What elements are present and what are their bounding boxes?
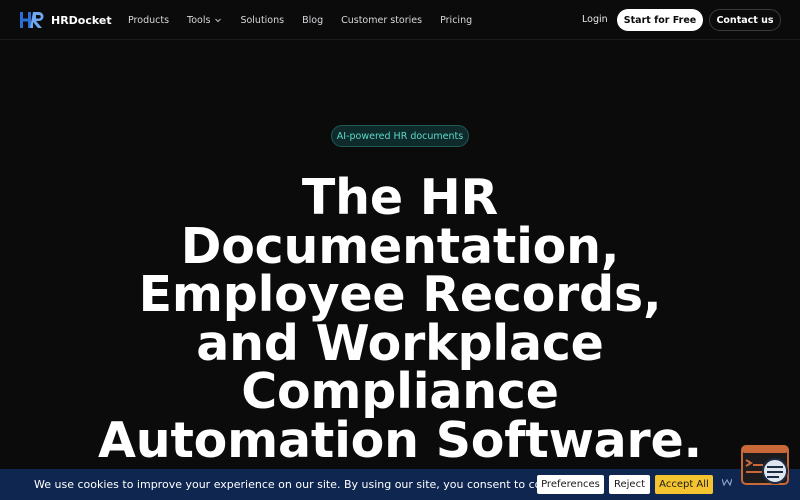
nav-blog[interactable]: Blog xyxy=(302,15,323,26)
brand-name: HRDocket xyxy=(51,13,112,27)
login-link[interactable]: Login xyxy=(582,14,608,25)
main-menu: Products Tools Solutions Blog Customer s… xyxy=(128,0,490,40)
headline-line: Automation Software. xyxy=(98,411,702,469)
chevron-down-icon xyxy=(214,16,222,24)
cookie-message: We use cookies to improve your experienc… xyxy=(34,478,574,491)
nav-products[interactable]: Products xyxy=(128,15,169,26)
headline-line: Compliance xyxy=(241,363,559,420)
cookie-preferences-button[interactable]: Preferences xyxy=(537,475,604,494)
cookie-accept-all-button[interactable]: Accept All xyxy=(655,475,713,494)
nav-tools-label: Tools xyxy=(187,14,211,26)
contact-us-button[interactable]: Contact us xyxy=(709,9,781,31)
headline-line: Documentation, xyxy=(180,217,620,275)
top-navigation: HRDocket Products Tools Solutions Blog C… xyxy=(0,0,800,40)
start-for-free-button[interactable]: Start for Free xyxy=(617,9,703,31)
headline-line: Employee Records, xyxy=(138,266,662,323)
cookie-provider-logo xyxy=(722,478,732,486)
hero-headline: The HR Documentation, Employee Records, … xyxy=(60,169,740,469)
headline-line: and Workplace xyxy=(196,314,604,372)
nav-pricing[interactable]: Pricing xyxy=(440,15,472,26)
brand-logo[interactable]: HRDocket xyxy=(19,10,112,30)
nav-tools[interactable]: Tools xyxy=(187,15,222,26)
headline-line: The HR xyxy=(301,169,499,226)
nav-customer-stories[interactable]: Customer stories xyxy=(341,15,422,26)
chat-widget-icon[interactable] xyxy=(741,444,791,486)
hero-badge: AI-powered HR documents xyxy=(331,125,469,147)
nav-solutions[interactable]: Solutions xyxy=(240,15,284,26)
hr-logo-icon xyxy=(19,10,45,30)
cookie-reject-button[interactable]: Reject xyxy=(609,475,650,494)
